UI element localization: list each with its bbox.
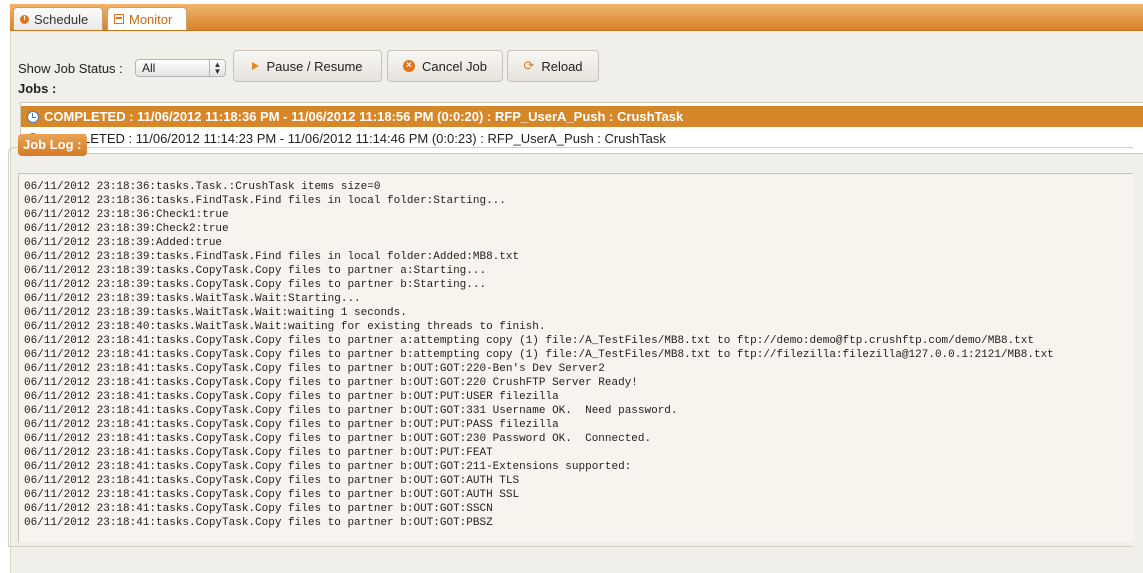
tab-schedule[interactable]: Schedule [13,7,103,30]
log-line: 06/11/2012 23:18:36:Check1:true [24,209,229,221]
play-icon [252,62,260,70]
log-line: 06/11/2012 23:18:41:tasks.CopyTask.Copy … [24,503,493,515]
pause-resume-button[interactable]: Pause / Resume [233,50,382,82]
job-row-text: COMPLETED : 11/06/2012 11:18:36 PM - 11/… [44,109,684,124]
tab-schedule-label: Schedule [34,11,89,27]
job-status-value: All [142,61,156,75]
monitor-icon [114,14,124,24]
log-line: 06/11/2012 23:18:40:tasks.WaitTask.Wait:… [24,321,546,333]
job-log-title: Job Log : [18,134,87,156]
reload-button[interactable]: ⟳ Reload [507,50,599,82]
log-line: 06/11/2012 23:18:41:tasks.CopyTask.Copy … [24,391,559,403]
pause-resume-label: Pause / Resume [266,58,363,74]
log-line: 06/11/2012 23:18:41:tasks.CopyTask.Copy … [24,419,559,431]
clock-icon [20,14,29,24]
tab-monitor-label: Monitor [129,11,173,27]
reload-label: Reload [541,58,583,74]
log-line: 06/11/2012 23:18:41:tasks.CopyTask.Copy … [24,433,652,445]
job-row[interactable]: COMPLETED : 11/06/2012 11:14:23 PM - 11/… [21,128,1143,149]
log-line: 06/11/2012 23:18:39:tasks.CopyTask.Copy … [24,265,487,277]
log-line: 06/11/2012 23:18:41:tasks.CopyTask.Copy … [24,475,520,487]
job-clock-icon [27,110,39,123]
log-line: 06/11/2012 23:18:41:tasks.CopyTask.Copy … [24,517,493,529]
log-line: 06/11/2012 23:18:41:tasks.CopyTask.Copy … [24,377,638,389]
log-line: 06/11/2012 23:18:41:tasks.CopyTask.Copy … [24,489,520,501]
log-line: 06/11/2012 23:18:39:tasks.WaitTask.Wait:… [24,307,407,319]
select-arrows-icon: ▲ ▼ [209,60,225,76]
log-line: 06/11/2012 23:18:39:Check2:true [24,223,229,235]
jobs-label: Jobs : [18,81,57,96]
log-line: 06/11/2012 23:18:41:tasks.CopyTask.Copy … [24,335,1034,347]
log-line: 06/11/2012 23:18:39:Added:true [24,237,223,249]
job-status-select[interactable]: All ▲ ▼ [135,59,226,77]
job-log-textarea[interactable]: 06/11/2012 23:18:36:tasks.Task.:CrushTas… [18,173,1133,542]
log-line: 06/11/2012 23:18:41:tasks.CopyTask.Copy … [24,447,493,459]
job-row-text: COMPLETED : 11/06/2012 11:14:23 PM - 11/… [44,131,666,146]
job-row-selected[interactable]: COMPLETED : 11/06/2012 11:18:36 PM - 11/… [21,106,1143,127]
log-line: 06/11/2012 23:18:39:tasks.WaitTask.Wait:… [24,293,361,305]
tab-monitor[interactable]: Monitor [107,7,187,30]
log-line: 06/11/2012 23:18:41:tasks.CopyTask.Copy … [24,363,605,375]
log-line: 06/11/2012 23:18:41:tasks.CopyTask.Copy … [24,349,1054,361]
cancel-job-button[interactable]: × Cancel Job [387,50,503,82]
log-line: 06/11/2012 23:18:36:tasks.FindTask.Find … [24,195,506,207]
log-line: 06/11/2012 23:18:39:tasks.CopyTask.Copy … [24,279,487,291]
cancel-job-label: Cancel Job [421,58,488,74]
reload-icon: ⟳ [523,58,535,73]
log-line: 06/11/2012 23:18:41:tasks.CopyTask.Copy … [24,461,632,473]
log-line: 06/11/2012 23:18:41:tasks.CopyTask.Copy … [24,405,678,417]
cancel-icon: × [402,60,415,72]
log-line: 06/11/2012 23:18:36:tasks.Task.:CrushTas… [24,181,381,193]
show-job-status-label: Show Job Status : [18,61,123,76]
tab-bar: Schedule Monitor [10,4,1143,31]
log-line: 06/11/2012 23:18:39:tasks.FindTask.Find … [24,251,520,263]
